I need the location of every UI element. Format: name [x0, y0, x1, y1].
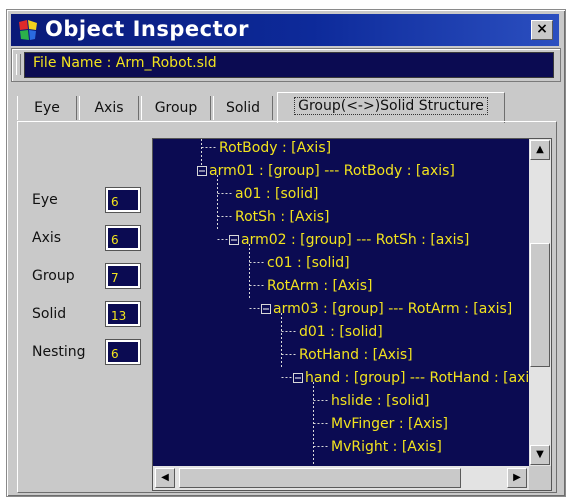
tab-solid[interactable]: Solid [213, 96, 273, 120]
vertical-scroll-thumb[interactable] [530, 243, 550, 367]
stat-label-axis: Axis [32, 230, 62, 246]
tree-node[interactable]: RotArm : [Axis] [267, 277, 372, 295]
arrow-up-icon[interactable]: ▲ [530, 140, 550, 160]
tree-node[interactable]: RotSh : [Axis] [235, 208, 330, 226]
horizontal-scroll-thumb[interactable] [179, 468, 461, 488]
stat-value-solid: 13 [106, 302, 140, 326]
title-bar[interactable]: Object Inspector × [11, 14, 559, 46]
tree-node[interactable]: arm02 : [group] --- RotSh : [axis] [241, 231, 469, 249]
tree-node[interactable]: RotBody : [Axis] [219, 139, 331, 157]
stat-label-group: Group [32, 268, 75, 284]
stat-value-axis: 6 [106, 226, 140, 250]
tree-node[interactable]: d01 : [solid] [299, 323, 383, 341]
tab-group[interactable]: Group [141, 96, 211, 120]
arrow-down-icon[interactable]: ▼ [530, 445, 550, 465]
tab-label: Group(<->)Solid Structure [294, 97, 488, 115]
tab-strip: Eye Axis Group Solid Group(<->)Solid Str… [15, 92, 555, 123]
tab-label: Solid [225, 100, 261, 116]
tab-label: Group [154, 100, 198, 116]
filename-text: File Name : Arm_Robot.sld [33, 55, 217, 71]
filename-field: File Name : Arm_Robot.sld [24, 52, 554, 78]
tree-node[interactable]: MvFinger : [Axis] [331, 415, 448, 433]
tree-node[interactable]: hand : [group] --- RotHand : [axis] [305, 369, 529, 387]
tree-node[interactable]: MvRight : [Axis] [331, 438, 442, 456]
tree-node[interactable]: arm01 : [group] --- RotBody : [axis] [209, 162, 455, 180]
tab-label: Axis [94, 100, 124, 116]
tree-node[interactable]: arm03 : [group] --- RotArm : [axis] [273, 300, 512, 318]
arrow-left-icon[interactable]: ◀ [155, 468, 175, 488]
tab-eye[interactable]: Eye [17, 96, 77, 120]
horizontal-scrollbar[interactable]: ◀ ▶ [153, 466, 529, 490]
tree-node[interactable]: RotHand : [Axis] [299, 346, 413, 364]
stat-value-nesting: 6 [106, 340, 140, 364]
object-inspector-window: Object Inspector × File Name : Arm_Robot… [6, 9, 566, 497]
app-icon [19, 20, 37, 40]
stat-value-eye: 6 [106, 188, 140, 212]
tab-label: Eye [34, 100, 60, 116]
scrollbar-corner [529, 466, 551, 490]
close-button[interactable]: × [531, 20, 553, 40]
tab-group-solid-structure[interactable]: Group(<->)Solid Structure [277, 92, 505, 123]
window-title: Object Inspector [45, 17, 249, 41]
filename-toolbar: File Name : Arm_Robot.sld [11, 48, 561, 82]
tree-node[interactable]: hslide : [solid] [331, 392, 430, 410]
arrow-right-icon[interactable]: ▶ [507, 468, 527, 488]
tab-panel: Eye 6 Axis 6 Group 7 Solid 13 Nesting 6 [17, 121, 557, 493]
stat-label-eye: Eye [32, 192, 58, 208]
structure-tree[interactable]: RotBody : [Axis] arm01 : [group] --- Rot… [153, 139, 529, 466]
tree-node[interactable]: c01 : [solid] [267, 254, 350, 272]
toolbar-grip[interactable] [16, 54, 21, 75]
stats-panel: Eye 6 Axis 6 Group 7 Solid 13 Nesting 6 [18, 122, 140, 492]
stat-value-group: 7 [106, 264, 140, 288]
stat-label-nesting: Nesting [32, 344, 86, 360]
stat-label-solid: Solid [32, 306, 67, 322]
structure-tree-frame: RotBody : [Axis] arm01 : [group] --- Rot… [152, 138, 552, 491]
tree-node[interactable]: a01 : [solid] [235, 185, 318, 203]
tab-axis[interactable]: Axis [79, 96, 139, 120]
vertical-scrollbar[interactable]: ▲ ▼ [529, 139, 551, 466]
